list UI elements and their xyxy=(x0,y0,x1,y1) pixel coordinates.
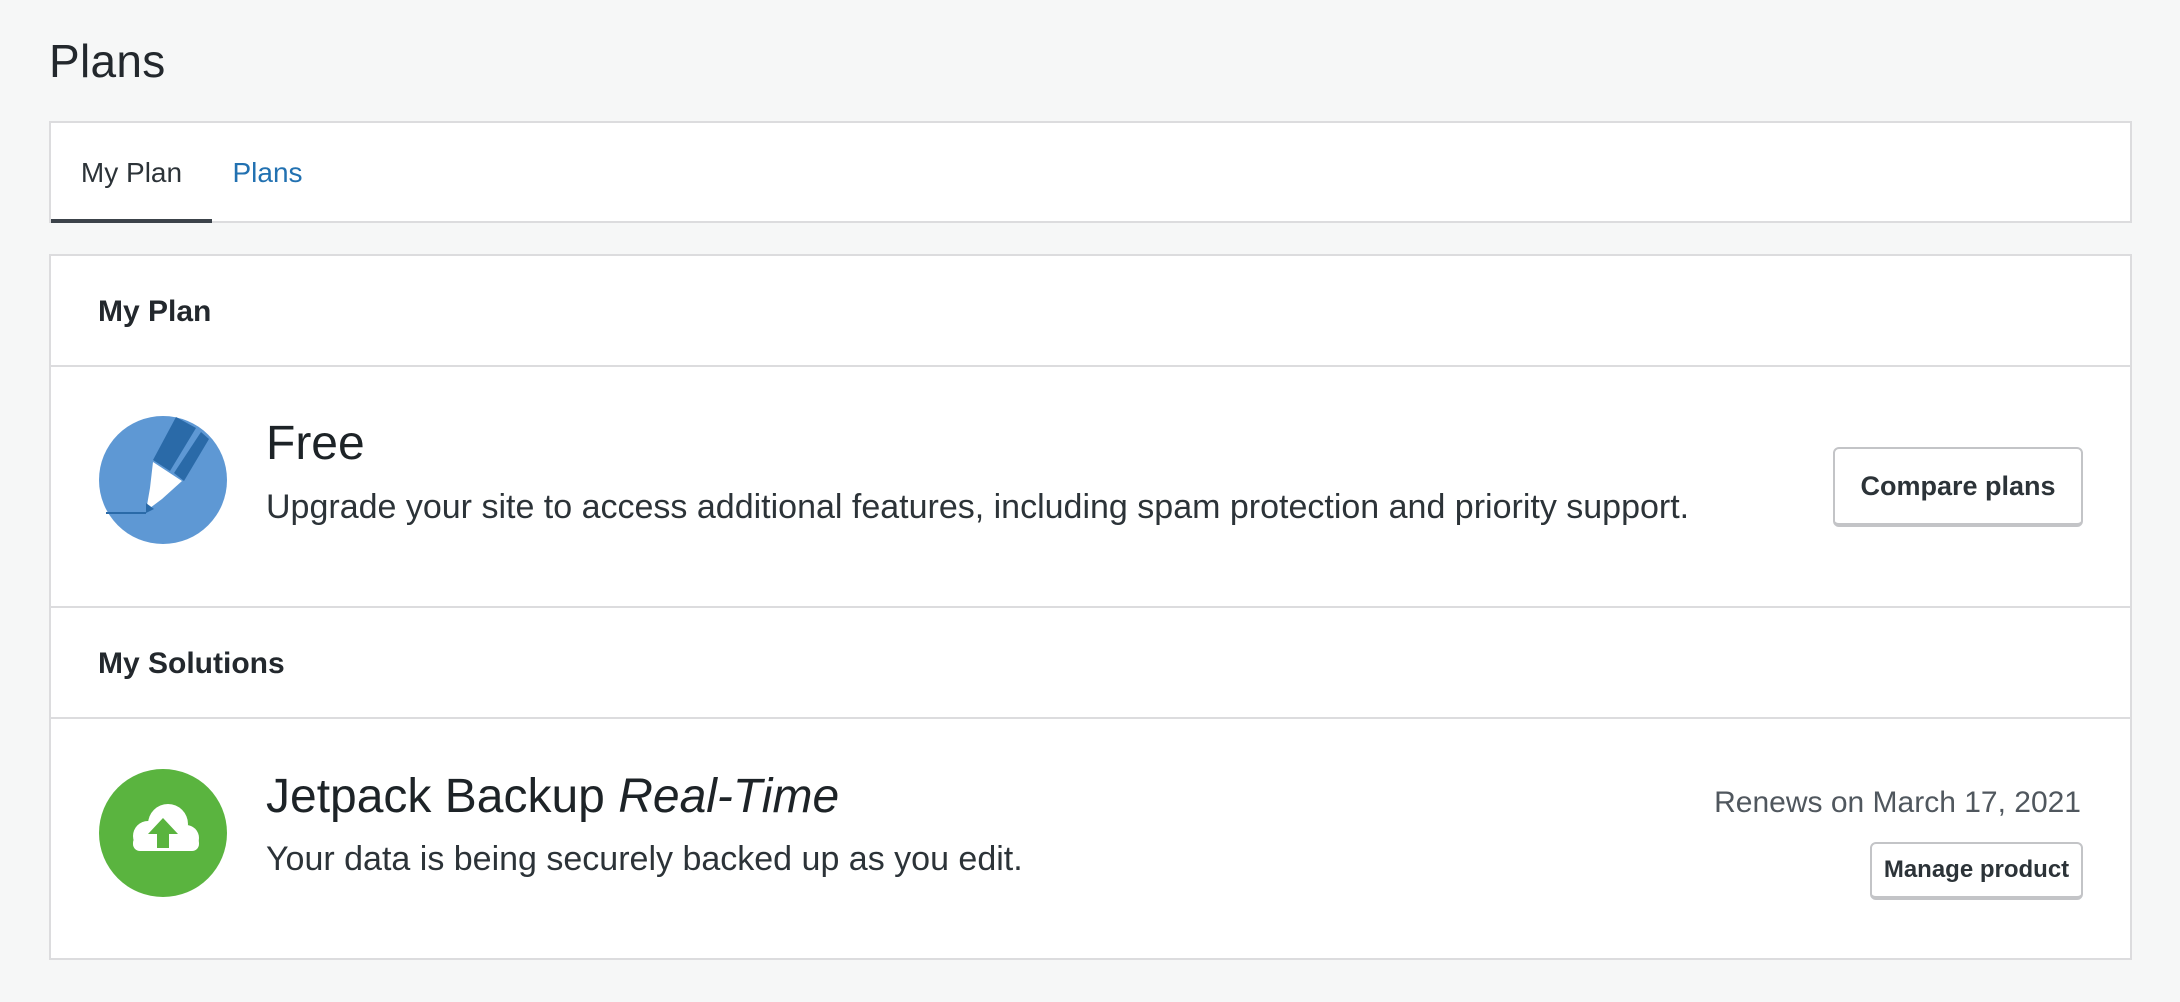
compare-plans-button[interactable]: Compare plans xyxy=(1833,447,2083,527)
product-name: Jetpack Backup Real-Time xyxy=(266,769,839,824)
cloud-upload-icon xyxy=(98,768,228,898)
plan-description: Upgrade your site to access additional f… xyxy=(266,488,1690,526)
divider xyxy=(51,717,2130,719)
tab-plans[interactable]: Plans xyxy=(212,123,323,223)
product-name-main: Jetpack Backup xyxy=(266,770,619,823)
plans-card: My Plan Free Upgrade your site to access… xyxy=(49,254,2132,960)
page-title: Plans xyxy=(49,35,166,87)
my-plan-header: My Plan xyxy=(98,294,212,328)
tab-my-plan[interactable]: My Plan xyxy=(51,123,212,223)
free-plan-pencil-icon xyxy=(98,415,228,545)
section-nav: My Plan Plans xyxy=(49,121,2132,223)
product-name-italic: Real-Time xyxy=(618,770,840,823)
divider xyxy=(51,365,2130,367)
plans-page: Plans My Plan Plans My Plan Free Upgrade… xyxy=(0,0,2180,1002)
renewal-date: Renews on March 17, 2021 xyxy=(1714,786,2081,819)
product-description: Your data is being securely backed up as… xyxy=(266,840,1023,878)
manage-product-button[interactable]: Manage product xyxy=(1870,842,2083,900)
plan-name: Free xyxy=(266,417,365,470)
my-solutions-header: My Solutions xyxy=(98,646,285,680)
